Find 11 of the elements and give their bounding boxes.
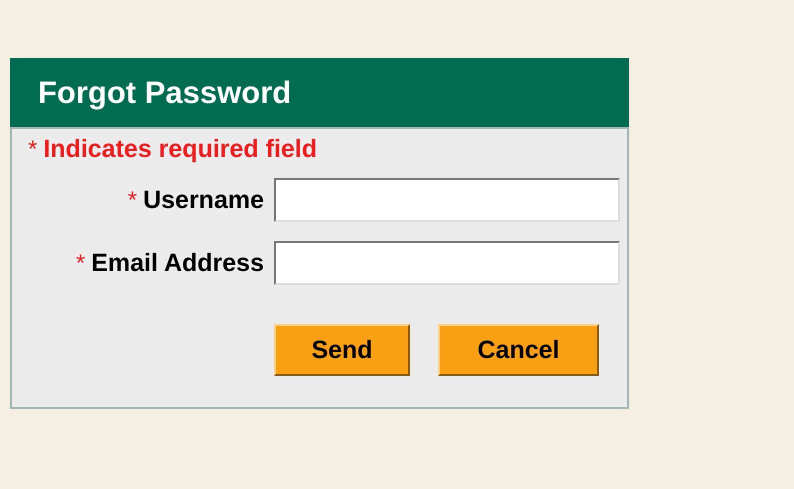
- cancel-button[interactable]: Cancel: [438, 324, 599, 376]
- input-field[interactable]: [274, 241, 620, 285]
- field-label: Email Address: [91, 248, 264, 278]
- send-button[interactable]: Send: [274, 324, 410, 376]
- input-field[interactable]: [274, 178, 620, 222]
- required-note: Indicates required field: [43, 135, 318, 164]
- field-label: Username: [143, 186, 264, 214]
- required-asterisk: *: [128, 186, 138, 214]
- panel-title: Forgot Password: [38, 74, 292, 110]
- required-asterisk: *: [76, 250, 86, 278]
- required-asterisk: *: [28, 136, 38, 164]
